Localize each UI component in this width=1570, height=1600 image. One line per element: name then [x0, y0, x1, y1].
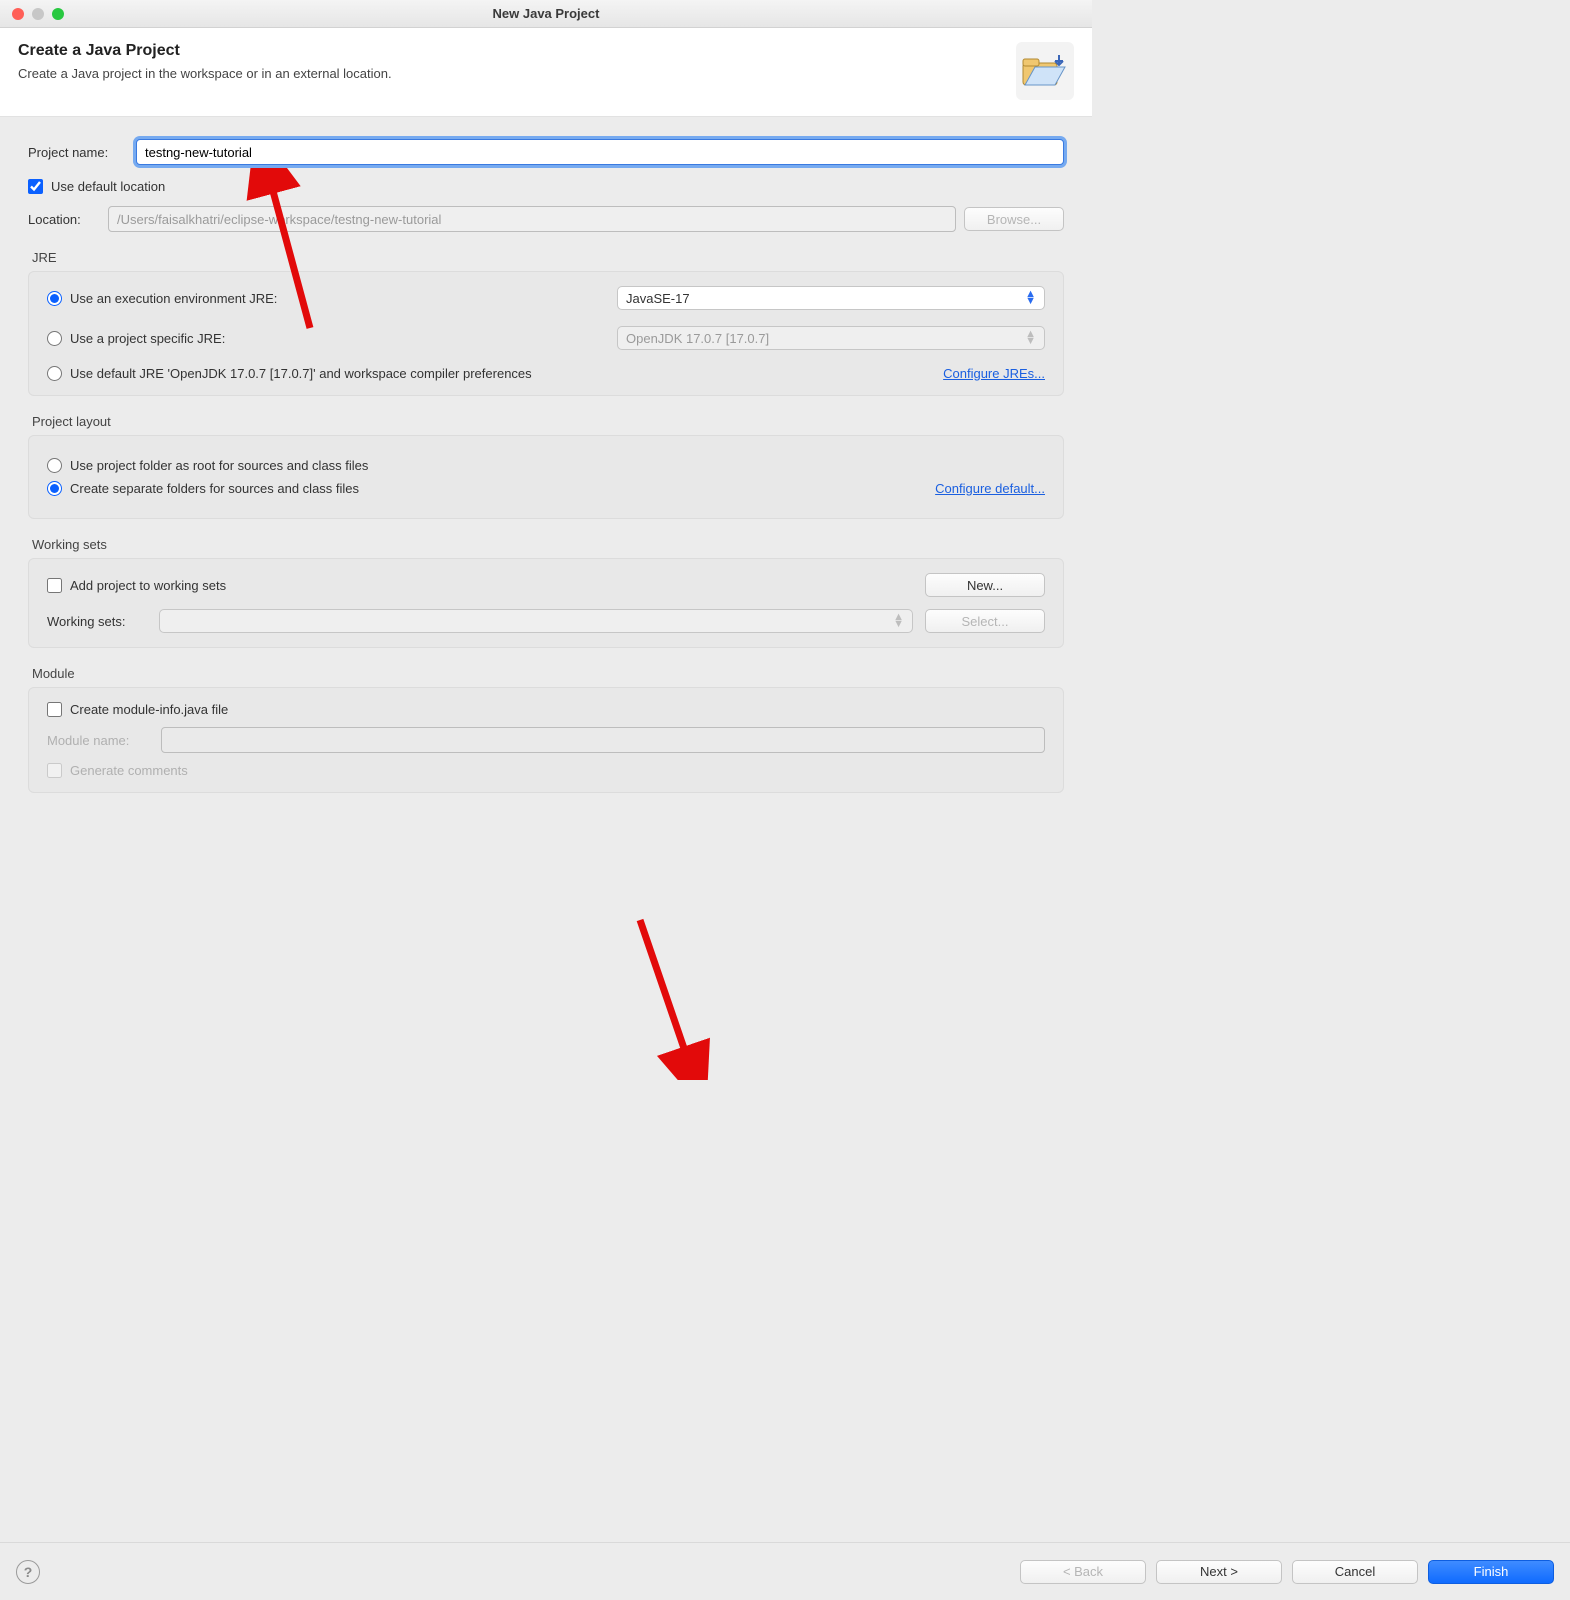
- jre-default-radio[interactable]: [47, 366, 62, 381]
- chevron-updown-icon: ▲▼: [893, 614, 904, 628]
- generate-comments-checkbox: [47, 763, 62, 778]
- jre-exec-env-value: JavaSE-17: [626, 291, 690, 306]
- layout-group-title: Project layout: [32, 414, 1064, 429]
- project-name-input[interactable]: [136, 139, 1064, 165]
- banner-heading: Create a Java Project: [18, 42, 392, 60]
- module-group-title: Module: [32, 666, 1064, 681]
- add-to-working-sets-label: Add project to working sets: [70, 578, 226, 593]
- jre-group: Use an execution environment JRE: JavaSE…: [28, 271, 1064, 396]
- chevron-updown-icon: ▲▼: [1025, 331, 1036, 345]
- working-sets-select: ▲▼: [159, 609, 913, 633]
- layout-project-folder-radio[interactable]: [47, 458, 62, 473]
- titlebar: New Java Project: [0, 0, 1092, 28]
- generate-comments-label: Generate comments: [70, 763, 188, 778]
- configure-jres-link[interactable]: Configure JREs...: [943, 366, 1045, 381]
- working-sets-group: Add project to working sets New... Worki…: [28, 558, 1064, 648]
- configure-default-link[interactable]: Configure default...: [935, 481, 1045, 496]
- finish-button[interactable]: Finish: [1428, 1560, 1554, 1584]
- create-module-info-label: Create module-info.java file: [70, 702, 228, 717]
- banner-subheading: Create a Java project in the workspace o…: [18, 66, 392, 81]
- jre-project-specific-radio[interactable]: [47, 331, 62, 346]
- select-working-sets-button: Select...: [925, 609, 1045, 633]
- use-default-location-checkbox[interactable]: [28, 179, 43, 194]
- layout-separate-folders-label: Create separate folders for sources and …: [70, 481, 359, 496]
- jre-project-specific-value: OpenJDK 17.0.7 [17.0.7]: [626, 331, 769, 346]
- jre-exec-env-label: Use an execution environment JRE:: [70, 291, 277, 306]
- new-working-set-button[interactable]: New...: [925, 573, 1045, 597]
- location-input: [108, 206, 956, 232]
- browse-button: Browse...: [964, 207, 1064, 231]
- next-button[interactable]: Next >: [1156, 1560, 1282, 1584]
- banner: Create a Java Project Create a Java proj…: [0, 28, 1092, 117]
- layout-group: Use project folder as root for sources a…: [28, 435, 1064, 519]
- location-label: Location:: [28, 212, 100, 227]
- module-name-label: Module name:: [47, 733, 151, 748]
- layout-project-folder-label: Use project folder as root for sources a…: [70, 458, 368, 473]
- module-name-input: [161, 727, 1045, 753]
- jre-project-specific-select: OpenJDK 17.0.7 [17.0.7] ▲▼: [617, 326, 1045, 350]
- module-group: Create module-info.java file Module name…: [28, 687, 1064, 793]
- footer: ? < Back Next > Cancel Finish: [0, 1542, 1570, 1600]
- folder-java-icon: [1016, 42, 1074, 100]
- jre-group-title: JRE: [32, 250, 1064, 265]
- working-sets-label: Working sets:: [47, 614, 147, 629]
- create-module-info-checkbox[interactable]: [47, 702, 62, 717]
- annotation-arrow-icon: [610, 910, 730, 1080]
- help-icon[interactable]: ?: [16, 1560, 40, 1584]
- jre-exec-env-radio[interactable]: [47, 291, 62, 306]
- project-name-label: Project name:: [28, 145, 136, 160]
- layout-separate-folders-radio[interactable]: [47, 481, 62, 496]
- back-button: < Back: [1020, 1560, 1146, 1584]
- jre-project-specific-label: Use a project specific JRE:: [70, 331, 225, 346]
- chevron-updown-icon: ▲▼: [1025, 291, 1036, 305]
- use-default-location-label: Use default location: [51, 179, 165, 194]
- jre-exec-env-select[interactable]: JavaSE-17 ▲▼: [617, 286, 1045, 310]
- add-to-working-sets-checkbox[interactable]: [47, 578, 62, 593]
- jre-default-label: Use default JRE 'OpenJDK 17.0.7 [17.0.7]…: [70, 366, 532, 381]
- working-sets-group-title: Working sets: [32, 537, 1064, 552]
- cancel-button[interactable]: Cancel: [1292, 1560, 1418, 1584]
- window-title: New Java Project: [0, 6, 1092, 21]
